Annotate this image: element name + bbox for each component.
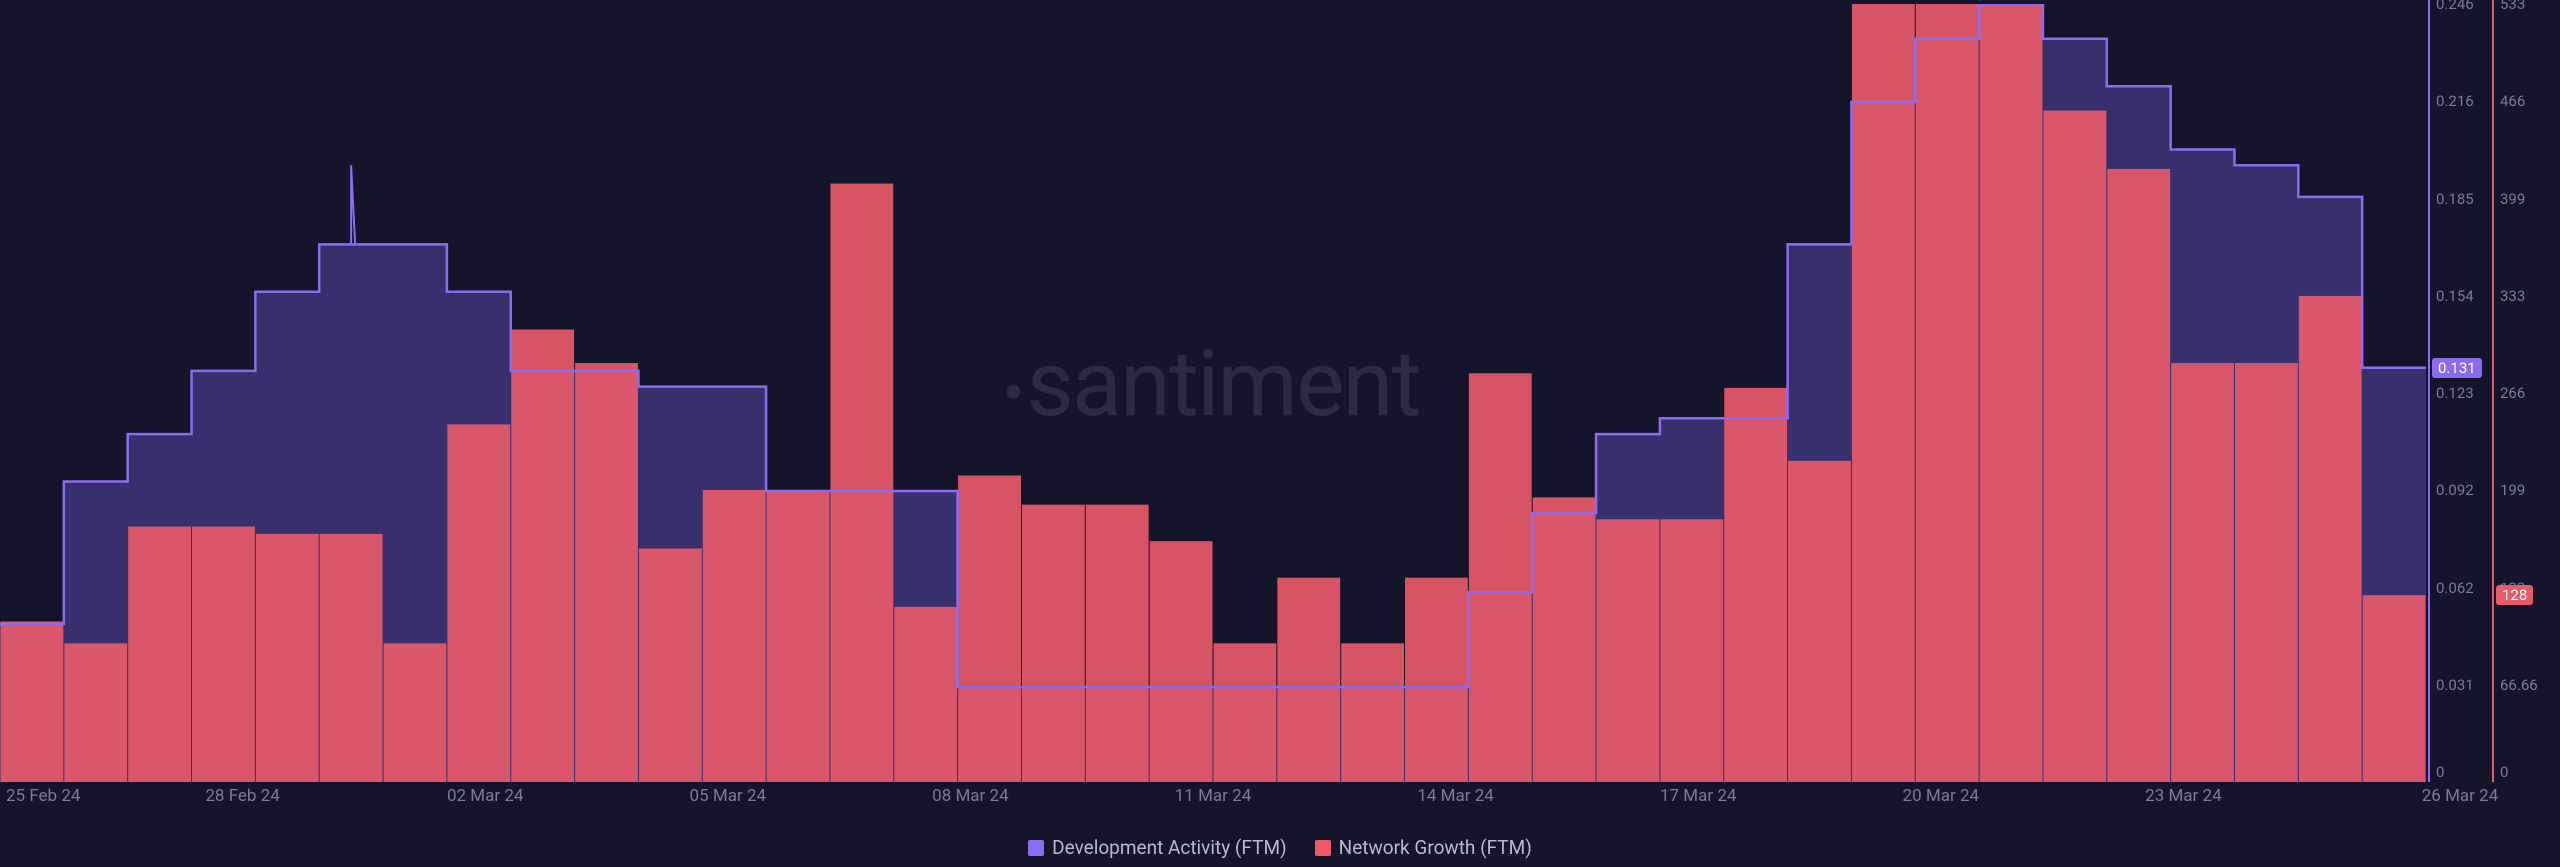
square-icon: [1028, 840, 1044, 856]
chart-svg: [0, 4, 2426, 782]
y-current-badge: 128: [2496, 585, 2533, 605]
y-tick: 0: [2436, 763, 2444, 781]
y-tick: 533: [2500, 0, 2525, 13]
x-tick: 17 Mar 24: [1660, 786, 1737, 806]
x-tick: 08 Mar 24: [932, 786, 1009, 806]
x-tick: 11 Mar 24: [1175, 786, 1252, 806]
y-tick: 199: [2500, 481, 2525, 499]
legend: Development Activity (FTM) Network Growt…: [0, 836, 2560, 859]
y-tick: 399: [2500, 190, 2525, 208]
y-tick: 0.092: [2436, 481, 2474, 499]
y-tick: 0: [2500, 763, 2508, 781]
plot-area[interactable]: santiment: [0, 4, 2426, 782]
y-axis-right: 066.66133199266333399466533128: [2492, 0, 2542, 782]
x-tick: 05 Mar 24: [690, 786, 767, 806]
y-tick: 0.062: [2436, 579, 2474, 597]
y-tick: 0.154: [2436, 287, 2474, 305]
x-tick: 25 Feb 24: [6, 786, 80, 806]
x-tick: 28 Feb 24: [205, 786, 279, 806]
y-tick: 0.123: [2436, 384, 2474, 402]
y-tick: 466: [2500, 92, 2525, 110]
y-tick: 0.246: [2436, 0, 2474, 13]
y-tick: 0.031: [2436, 676, 2474, 694]
y-tick: 0.216: [2436, 92, 2474, 110]
legend-item-net[interactable]: Network Growth (FTM): [1315, 836, 1532, 859]
y-current-badge: 0.131: [2432, 358, 2482, 378]
y-axis-left: 0 0.031 0.062 0.092 0.123 0.154 0.185 0.216 0.24…: [2428, 0, 2472, 782]
legend-item-dev[interactable]: Development Activity (FTM): [1028, 836, 1287, 859]
y-tick: 333: [2500, 287, 2525, 305]
x-tick: 26 Mar 24: [2422, 786, 2499, 806]
x-tick: 23 Mar 24: [2145, 786, 2222, 806]
legend-label-dev: Development Activity (FTM): [1052, 836, 1287, 859]
y-tick: 0.185: [2436, 190, 2474, 208]
x-tick: 20 Mar 24: [1903, 786, 1980, 806]
chart-container: santiment 25 Feb 24 28 Feb 24 02 Mar 24 05 …: [0, 0, 2560, 867]
x-axis: 25 Feb 24 28 Feb 24 02 Mar 24 05 Mar 24 08 M…: [0, 786, 2500, 806]
y-tick: 66.66: [2500, 676, 2538, 694]
legend-label-net: Network Growth (FTM): [1339, 836, 1532, 859]
y-tick: 266: [2500, 384, 2525, 402]
x-tick: 14 Mar 24: [1417, 786, 1494, 806]
x-tick: 02 Mar 24: [447, 786, 524, 806]
square-icon: [1315, 840, 1331, 856]
